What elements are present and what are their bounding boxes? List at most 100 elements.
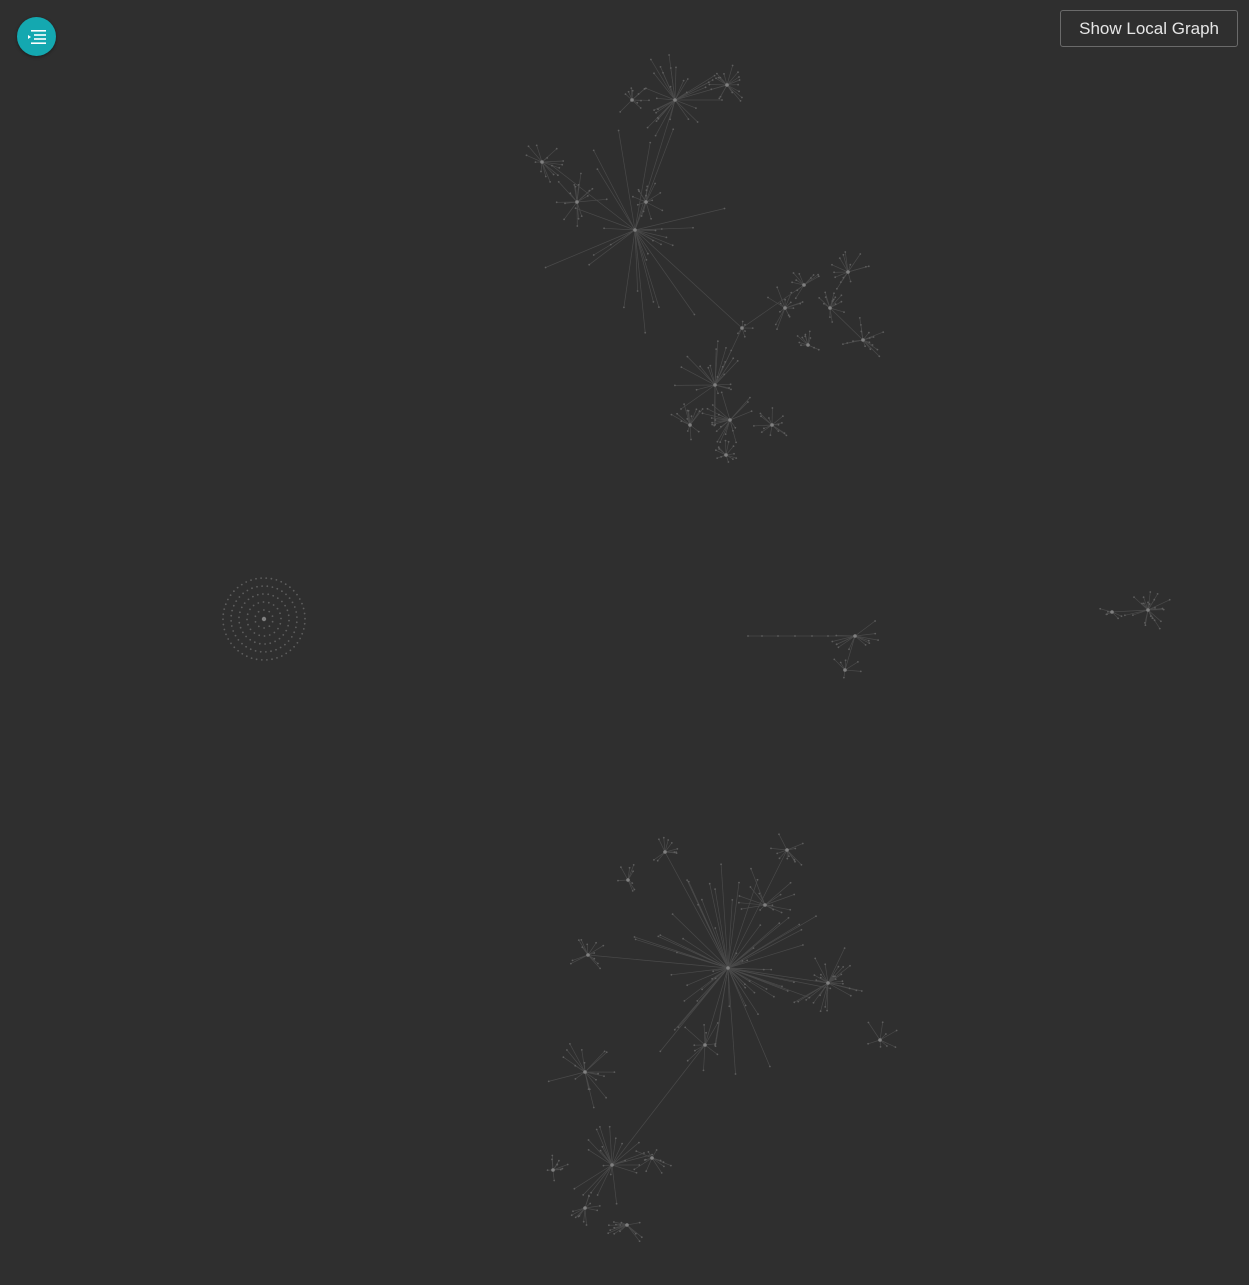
graph-node[interactable] bbox=[245, 645, 248, 648]
graph-node[interactable] bbox=[261, 585, 263, 587]
graph-node[interactable] bbox=[682, 79, 685, 82]
graph-node[interactable] bbox=[589, 1202, 592, 1205]
graph-node[interactable] bbox=[719, 76, 722, 79]
graph-node[interactable] bbox=[639, 107, 642, 109]
graph-node[interactable] bbox=[677, 1026, 680, 1028]
graph-node[interactable] bbox=[842, 343, 844, 345]
graph-node[interactable] bbox=[757, 1013, 759, 1015]
graph-node[interactable] bbox=[811, 635, 813, 637]
graph-node[interactable] bbox=[879, 1046, 882, 1048]
graph-node[interactable] bbox=[598, 1205, 601, 1207]
graph-hub-node[interactable] bbox=[878, 1038, 882, 1042]
graph-node[interactable] bbox=[713, 74, 716, 77]
graph-node[interactable] bbox=[860, 990, 863, 992]
graph-node[interactable] bbox=[695, 388, 698, 391]
graph-hub-node[interactable] bbox=[583, 1070, 587, 1074]
graph-node[interactable] bbox=[659, 934, 662, 937]
graph-hub-node[interactable] bbox=[726, 966, 730, 970]
graph-node[interactable] bbox=[260, 577, 262, 579]
graph-node[interactable] bbox=[620, 866, 622, 869]
graph-node[interactable] bbox=[301, 602, 303, 605]
graph-node[interactable] bbox=[222, 618, 224, 621]
graph-node[interactable] bbox=[1144, 622, 1146, 624]
graph-node[interactable] bbox=[704, 86, 707, 89]
graph-node[interactable] bbox=[288, 597, 291, 599]
graph-node[interactable] bbox=[721, 365, 724, 368]
graph-node[interactable] bbox=[304, 617, 306, 620]
graph-node[interactable] bbox=[245, 635, 248, 638]
graph-node[interactable] bbox=[558, 1159, 560, 1162]
graph-node[interactable] bbox=[798, 341, 801, 344]
graph-node[interactable] bbox=[253, 632, 256, 634]
graph-node[interactable] bbox=[817, 348, 820, 351]
graph-node[interactable] bbox=[738, 76, 740, 78]
graph-node[interactable] bbox=[767, 296, 769, 299]
graph-node[interactable] bbox=[651, 1153, 653, 1156]
graph-node[interactable] bbox=[276, 597, 279, 600]
graph-node[interactable] bbox=[644, 331, 647, 334]
graph-node[interactable] bbox=[230, 642, 232, 645]
graph-node[interactable] bbox=[301, 632, 304, 635]
graph-node[interactable] bbox=[717, 446, 720, 449]
graph-node[interactable] bbox=[841, 980, 844, 983]
graph-node[interactable] bbox=[561, 1167, 564, 1170]
graph-node[interactable] bbox=[1099, 607, 1102, 610]
graph-node[interactable] bbox=[714, 977, 717, 980]
graph-node[interactable] bbox=[776, 286, 779, 289]
graph-node[interactable] bbox=[285, 593, 287, 596]
graph-node[interactable] bbox=[281, 590, 283, 593]
graph-node[interactable] bbox=[662, 836, 665, 839]
graph-node[interactable] bbox=[289, 649, 292, 652]
graph-node[interactable] bbox=[701, 988, 703, 991]
graph-node[interactable] bbox=[233, 590, 235, 593]
graph-node[interactable] bbox=[776, 328, 778, 330]
graph-node[interactable] bbox=[614, 1137, 617, 1140]
graph-node[interactable] bbox=[1149, 591, 1152, 593]
graph-node[interactable] bbox=[601, 1145, 604, 1148]
graph-node[interactable] bbox=[656, 859, 659, 862]
graph-node[interactable] bbox=[724, 433, 727, 436]
graph-node[interactable] bbox=[238, 621, 241, 624]
graph-node[interactable] bbox=[245, 581, 248, 583]
graph-node[interactable] bbox=[1168, 598, 1171, 601]
graph-node[interactable] bbox=[236, 586, 239, 589]
graph-node[interactable] bbox=[238, 616, 240, 619]
graph-node[interactable] bbox=[744, 986, 747, 989]
graph-node[interactable] bbox=[657, 117, 660, 120]
graph-node[interactable] bbox=[574, 1064, 577, 1067]
graph-node[interactable] bbox=[634, 1232, 637, 1235]
graph-node[interactable] bbox=[832, 298, 835, 301]
graph-node[interactable] bbox=[843, 311, 845, 313]
graph-node[interactable] bbox=[723, 73, 725, 75]
graph-node[interactable] bbox=[646, 126, 649, 129]
graph-node[interactable] bbox=[759, 412, 762, 415]
graph-node[interactable] bbox=[790, 291, 793, 294]
graph-node[interactable] bbox=[734, 426, 737, 429]
graph-node[interactable] bbox=[564, 202, 566, 205]
graph-hub-node[interactable] bbox=[650, 1156, 654, 1160]
graph-node[interactable] bbox=[894, 1046, 897, 1048]
graph-node[interactable] bbox=[753, 425, 755, 427]
graph-node[interactable] bbox=[834, 978, 837, 980]
graph-node[interactable] bbox=[731, 64, 734, 67]
graph-node[interactable] bbox=[638, 1164, 641, 1166]
graph-node[interactable] bbox=[555, 147, 558, 150]
graph-node[interactable] bbox=[595, 941, 597, 944]
graph-node[interactable] bbox=[834, 975, 836, 978]
graph-node[interactable] bbox=[719, 95, 722, 98]
graph-node[interactable] bbox=[849, 280, 852, 283]
graph-node[interactable] bbox=[569, 1043, 571, 1045]
graph-node[interactable] bbox=[789, 908, 792, 911]
graph-node[interactable] bbox=[696, 121, 699, 123]
graph-node[interactable] bbox=[714, 419, 717, 421]
graph-node[interactable] bbox=[231, 609, 234, 612]
graph-node[interactable] bbox=[783, 432, 786, 434]
graph-node[interactable] bbox=[823, 302, 825, 305]
graph-node[interactable] bbox=[669, 67, 672, 69]
graph-node[interactable] bbox=[287, 640, 290, 642]
graph-node[interactable] bbox=[1142, 602, 1145, 605]
graph-node[interactable] bbox=[736, 360, 739, 362]
graph-node[interactable] bbox=[642, 210, 645, 213]
graph-node[interactable] bbox=[716, 376, 719, 378]
graph-node[interactable] bbox=[751, 327, 754, 329]
